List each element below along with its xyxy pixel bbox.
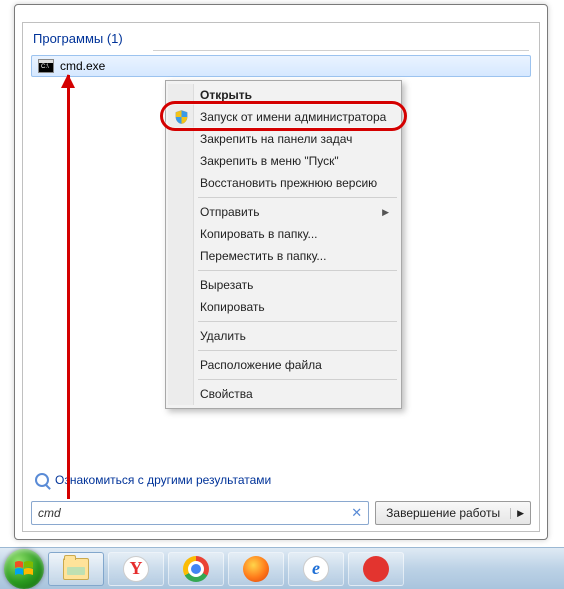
taskbar: Y e <box>0 547 564 589</box>
ctx-pin-start[interactable]: Закрепить в меню "Пуск" <box>168 150 399 172</box>
ctx-pin-taskbar-label: Закрепить на панели задач <box>200 132 352 146</box>
shutdown-label: Завершение работы <box>376 506 510 520</box>
bottom-bar: cmd ✕ Завершение работы ▶ <box>31 501 531 525</box>
ctx-file-location[interactable]: Расположение файла <box>168 354 399 376</box>
search-input[interactable]: cmd ✕ <box>31 501 369 525</box>
see-more-results-link[interactable]: Ознакомиться с другими результатами <box>35 473 271 487</box>
divider <box>198 321 397 322</box>
ctx-file-location-label: Расположение файла <box>200 358 322 372</box>
start-button[interactable] <box>4 549 44 589</box>
divider <box>198 270 397 271</box>
taskbar-firefox[interactable] <box>228 552 284 586</box>
shutdown-menu-arrow[interactable]: ▶ <box>510 508 530 519</box>
taskbar-ie[interactable]: e <box>288 552 344 586</box>
ctx-copy[interactable]: Копировать <box>168 296 399 318</box>
ctx-delete-label: Удалить <box>200 329 246 343</box>
ctx-move-to-folder-label: Переместить в папку... <box>200 249 326 263</box>
search-icon <box>35 473 49 487</box>
ie-icon: e <box>303 556 329 582</box>
ctx-cut-label: Вырезать <box>200 278 253 292</box>
ctx-move-to-folder[interactable]: Переместить в папку... <box>168 245 399 267</box>
chrome-icon <box>183 556 209 582</box>
divider <box>198 379 397 380</box>
clear-search-icon[interactable]: ✕ <box>351 505 362 521</box>
taskbar-explorer[interactable] <box>48 552 104 586</box>
ctx-restore-prev[interactable]: Восстановить прежнюю версию <box>168 172 399 194</box>
search-input-value: cmd <box>38 506 61 520</box>
result-filename: cmd.exe <box>60 59 105 73</box>
ctx-copy-to-folder-label: Копировать в папку... <box>200 227 318 241</box>
divider <box>198 350 397 351</box>
ctx-properties-label: Свойства <box>200 387 253 401</box>
taskbar-yandex[interactable]: Y <box>108 552 164 586</box>
file-explorer-icon <box>63 558 89 580</box>
more-results-label: Ознакомиться с другими результатами <box>55 473 271 487</box>
ctx-pin-start-label: Закрепить в меню "Пуск" <box>200 154 339 168</box>
ctx-send-to[interactable]: Отправить ▶ <box>168 201 399 223</box>
yandex-icon: Y <box>123 556 149 582</box>
ctx-pin-taskbar[interactable]: Закрепить на панели задач <box>168 128 399 150</box>
ctx-delete[interactable]: Удалить <box>168 325 399 347</box>
ctx-open[interactable]: Открыть <box>168 84 399 106</box>
opera-icon <box>363 556 389 582</box>
ctx-copy-label: Копировать <box>200 300 265 314</box>
divider <box>198 197 397 198</box>
ctx-open-label: Открыть <box>200 88 252 102</box>
cmd-icon <box>38 59 54 73</box>
divider <box>153 50 529 51</box>
ctx-copy-to-folder[interactable]: Копировать в папку... <box>168 223 399 245</box>
ctx-properties[interactable]: Свойства <box>168 383 399 405</box>
windows-logo-icon <box>14 560 34 578</box>
context-menu: Открыть Запуск от имени администратора З… <box>165 80 402 409</box>
shutdown-button[interactable]: Завершение работы ▶ <box>375 501 531 525</box>
section-header-programs: Программы (1) <box>23 23 539 50</box>
ctx-run-as-admin-label: Запуск от имени администратора <box>200 110 386 124</box>
ctx-run-as-admin[interactable]: Запуск от имени администратора <box>168 106 399 128</box>
uac-shield-icon <box>174 109 189 125</box>
ctx-send-to-label: Отправить <box>200 205 260 219</box>
ctx-cut[interactable]: Вырезать <box>168 274 399 296</box>
ctx-restore-prev-label: Восстановить прежнюю версию <box>200 176 377 190</box>
search-result-cmd[interactable]: cmd.exe <box>31 55 531 77</box>
submenu-arrow-icon: ▶ <box>382 207 389 218</box>
taskbar-chrome[interactable] <box>168 552 224 586</box>
firefox-icon <box>243 556 269 582</box>
taskbar-opera[interactable] <box>348 552 404 586</box>
